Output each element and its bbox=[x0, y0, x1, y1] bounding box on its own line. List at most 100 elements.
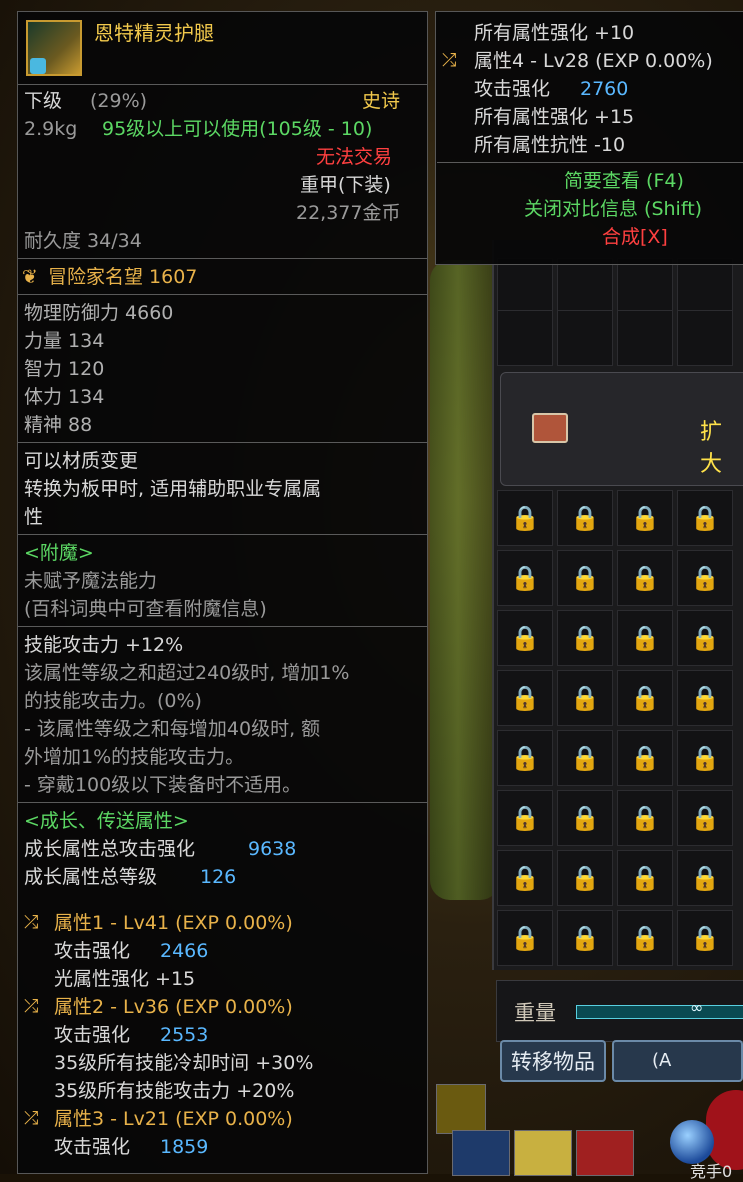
locked-slot[interactable]: 🔒 bbox=[617, 550, 673, 606]
locked-slot[interactable]: 🔒 bbox=[617, 730, 673, 786]
quickslot-scroll[interactable] bbox=[514, 1130, 572, 1176]
compare-atk-value: 2760 bbox=[580, 78, 629, 100]
locked-slot[interactable]: 🔒 bbox=[677, 550, 733, 606]
attr-extra: 35级所有技能冷却时间 +30% bbox=[54, 1052, 314, 1074]
locked-slot[interactable]: 🔒 bbox=[557, 790, 613, 846]
locked-slot[interactable]: 🔒 bbox=[557, 490, 613, 546]
locked-slot[interactable]: 🔒 bbox=[557, 550, 613, 606]
expand-label: 扩大 bbox=[700, 420, 723, 477]
inventory-slot[interactable] bbox=[557, 310, 613, 366]
quickslot-potion[interactable] bbox=[452, 1130, 510, 1176]
divider bbox=[18, 534, 427, 535]
quickslot-charm[interactable] bbox=[576, 1130, 634, 1176]
padlock-icon: 🔒 bbox=[510, 504, 540, 532]
padlock-icon: 🔒 bbox=[570, 744, 600, 772]
padlock-icon: 🔒 bbox=[690, 684, 720, 712]
inventory-slot[interactable] bbox=[497, 258, 553, 314]
divider bbox=[18, 626, 427, 627]
locked-slot-row: 🔒 🔒 🔒 🔒 bbox=[497, 790, 733, 846]
locked-slot[interactable]: 🔒 bbox=[497, 490, 553, 546]
attr-title: 属性3 - Lv21 (EXP 0.00%) bbox=[54, 1108, 293, 1130]
weight-progress-bar bbox=[576, 1005, 743, 1019]
locked-slot[interactable]: 🔒 bbox=[557, 730, 613, 786]
item-fame: 冒险家名望 1607 bbox=[48, 266, 198, 288]
locked-slot[interactable]: 🔒 bbox=[617, 790, 673, 846]
inventory-slot[interactable] bbox=[557, 258, 613, 314]
locked-slot[interactable]: 🔒 bbox=[497, 790, 553, 846]
divider bbox=[18, 442, 427, 443]
locked-slot[interactable]: 🔒 bbox=[557, 610, 613, 666]
inventory-slot[interactable] bbox=[617, 310, 673, 366]
locked-slot[interactable]: 🔒 bbox=[677, 730, 733, 786]
locked-slot[interactable]: 🔒 bbox=[677, 850, 733, 906]
growth-total-lv-value: 126 bbox=[200, 866, 237, 888]
locked-slot[interactable]: 🔒 bbox=[617, 850, 673, 906]
locked-slot[interactable]: 🔒 bbox=[617, 910, 673, 966]
enchant-none: 未赋予魔法能力 bbox=[24, 570, 158, 592]
locked-slot[interactable]: 🔒 bbox=[497, 910, 553, 966]
shuffle-icon: ⤮ bbox=[24, 996, 39, 1017]
locked-slot[interactable]: 🔒 bbox=[497, 850, 553, 906]
close-compare-hint[interactable]: 关闭对比信息 (Shift) bbox=[524, 196, 702, 222]
divider bbox=[18, 802, 427, 803]
divider bbox=[18, 258, 427, 259]
attr-atk-value: 2553 bbox=[160, 1024, 209, 1046]
locked-slot[interactable]: 🔒 bbox=[677, 490, 733, 546]
stat-line: 力量 134 bbox=[24, 330, 105, 352]
locked-slot[interactable]: 🔒 bbox=[557, 850, 613, 906]
synthesize-hint[interactable]: 合成[X] bbox=[602, 224, 668, 250]
padlock-icon: 🔒 bbox=[690, 564, 720, 592]
divider bbox=[18, 294, 427, 295]
locked-slot[interactable]: 🔒 bbox=[497, 730, 553, 786]
locked-slot[interactable]: 🔒 bbox=[677, 790, 733, 846]
inventory-slot[interactable] bbox=[617, 258, 673, 314]
vine-decoration bbox=[430, 260, 500, 900]
growth-header: <成长、传送属性> bbox=[24, 810, 189, 832]
inventory-slot[interactable] bbox=[497, 310, 553, 366]
enchant-header: <附魔> bbox=[24, 542, 94, 564]
locked-slot[interactable]: 🔒 bbox=[677, 910, 733, 966]
quickslot-item[interactable] bbox=[436, 1084, 486, 1134]
item-rarity: 史诗 bbox=[362, 90, 401, 112]
inventory-slot[interactable] bbox=[677, 258, 733, 314]
item-name: 恩特精灵护腿 bbox=[94, 21, 214, 45]
locked-slot[interactable]: 🔒 bbox=[557, 670, 613, 726]
locked-slot[interactable]: 🔒 bbox=[617, 490, 673, 546]
locked-slot[interactable]: 🔒 bbox=[677, 610, 733, 666]
locked-slot[interactable]: 🔒 bbox=[497, 610, 553, 666]
locked-slot[interactable]: 🔒 bbox=[497, 670, 553, 726]
locked-slot[interactable]: 🔒 bbox=[617, 610, 673, 666]
divider bbox=[18, 84, 427, 85]
transfer-items-button[interactable]: 转移物品 bbox=[500, 1040, 606, 1082]
locked-slot[interactable]: 🔒 bbox=[497, 550, 553, 606]
compare-line: 所有属性抗性 -10 bbox=[474, 134, 626, 156]
shuffle-icon: ⤮ bbox=[24, 912, 39, 933]
padlock-icon: 🔒 bbox=[690, 804, 720, 832]
skill-desc: - 穿戴100级以下装备时不适用。 bbox=[24, 774, 302, 796]
inventory-slot[interactable] bbox=[677, 310, 733, 366]
growth-total-lv-label: 成长属性总等级 bbox=[24, 866, 158, 888]
padlock-icon: 🔒 bbox=[510, 744, 540, 772]
shuffle-icon: ⤮ bbox=[24, 1108, 39, 1129]
locked-slot-row: 🔒 🔒 🔒 🔒 bbox=[497, 730, 733, 786]
item-price: 22,377金币 bbox=[296, 202, 401, 224]
skill-atk: 技能攻击力 +12% bbox=[24, 634, 184, 656]
attr-atk-label: 攻击强化 bbox=[54, 940, 131, 962]
item-weight: 2.9kg bbox=[24, 118, 78, 140]
padlock-icon: 🔒 bbox=[570, 624, 600, 652]
sort-button[interactable]: (A bbox=[612, 1040, 743, 1082]
locked-slot[interactable]: 🔒 bbox=[677, 670, 733, 726]
locked-slot[interactable]: 🔒 bbox=[617, 670, 673, 726]
material-desc: 性 bbox=[24, 506, 44, 528]
weight-label: 重量 bbox=[514, 1001, 556, 1025]
leg-armor-icon bbox=[26, 20, 82, 76]
material-desc: 转换为板甲时, 适用辅助职业专属属 bbox=[24, 478, 322, 500]
locked-slot-row: 🔒 🔒 🔒 🔒 bbox=[497, 550, 733, 606]
locked-slot[interactable]: 🔒 bbox=[557, 910, 613, 966]
padlock-icon: 🔒 bbox=[570, 924, 600, 952]
skill-desc: 外增加1%的技能攻击力。 bbox=[24, 746, 245, 768]
attr-atk-value: 1859 bbox=[160, 1136, 209, 1158]
stat-line: 体力 134 bbox=[24, 386, 105, 408]
brief-view-hint[interactable]: 简要查看 (F4) bbox=[564, 168, 684, 194]
bind-lock-icon bbox=[30, 58, 46, 74]
